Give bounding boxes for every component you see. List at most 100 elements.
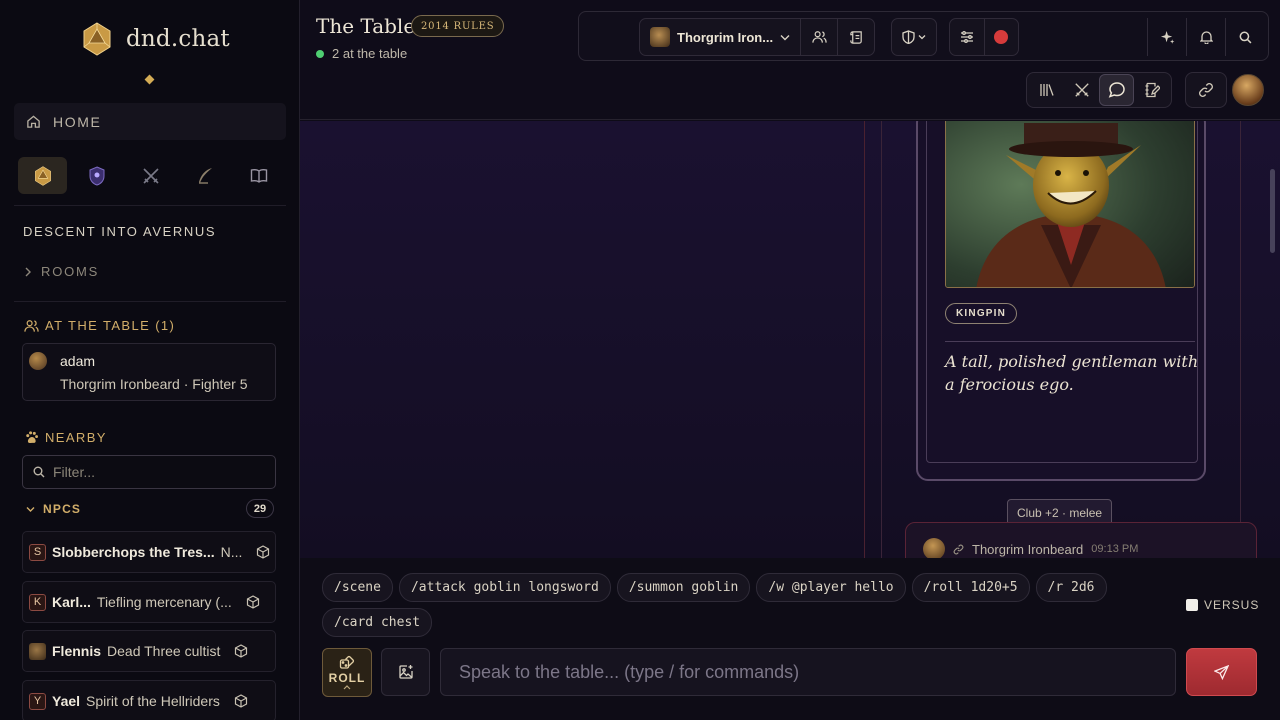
feed-rule xyxy=(864,121,865,558)
nearby-header: NEARBY xyxy=(24,430,107,445)
chat-tab[interactable] xyxy=(1099,74,1134,106)
sidebar-tabs xyxy=(18,157,283,194)
npc-name: Yael xyxy=(52,693,81,709)
npc-role-badge: KINGPIN xyxy=(945,303,1018,324)
character-select[interactable]: Thorgrim Iron... xyxy=(640,19,800,55)
image-upload-button[interactable] xyxy=(381,648,430,696)
npc-desc: N... xyxy=(220,544,243,560)
tab-compendium[interactable] xyxy=(234,157,283,194)
settings-button[interactable] xyxy=(950,19,984,55)
npcs-toggle[interactable]: NPCS 29 xyxy=(26,499,276,518)
combat-tab[interactable] xyxy=(1064,74,1099,106)
chat-message[interactable]: Thorgrim Ironbeard 09:13 PM xyxy=(905,522,1257,558)
cube-icon[interactable] xyxy=(234,694,248,708)
tab-dice[interactable] xyxy=(18,157,67,194)
paw-icon xyxy=(26,431,38,443)
toolbar: Thorgrim Iron... xyxy=(578,11,1269,61)
dice-icon xyxy=(339,655,355,669)
cube-icon[interactable] xyxy=(234,644,248,658)
character-select-label: Thorgrim Iron... xyxy=(677,29,774,45)
notes-tab[interactable] xyxy=(1134,74,1169,106)
party-button[interactable] xyxy=(801,19,837,55)
notebook-pen-icon xyxy=(1145,82,1160,98)
link-icon xyxy=(953,544,964,554)
tab-combat[interactable] xyxy=(126,157,175,194)
cube-icon[interactable] xyxy=(256,545,270,559)
npc-name: Slobberchops the Tres... xyxy=(52,544,215,560)
command-chip[interactable]: /scene xyxy=(322,573,393,602)
library-tab[interactable] xyxy=(1029,74,1064,106)
shield-crest-icon xyxy=(89,165,104,186)
npc-portrait-image xyxy=(945,121,1195,288)
npc-list-item[interactable]: K Karl... Tiefling mercenary (... xyxy=(22,581,276,623)
npc-initial: K xyxy=(29,593,46,611)
player-name: adam xyxy=(60,353,96,369)
search-button[interactable] xyxy=(1226,19,1264,55)
chevron-right-icon xyxy=(25,267,31,276)
versus-toggle[interactable]: VERSUS xyxy=(1186,598,1259,612)
nav-home[interactable]: HOME xyxy=(14,103,286,140)
link-icon xyxy=(1198,83,1213,97)
campaign-title: DESCENT INTO AVERNUS xyxy=(23,224,217,239)
shield-menu-button[interactable] xyxy=(892,19,936,55)
search-icon xyxy=(1239,31,1251,43)
npc-desc: Tiefling mercenary (... xyxy=(96,594,232,610)
quill-icon xyxy=(198,167,212,184)
rules-badge[interactable]: 2014 RULES xyxy=(411,15,505,37)
share-link-button[interactable] xyxy=(1188,74,1223,106)
versus-checkbox[interactable] xyxy=(1186,599,1198,611)
npc-filter[interactable] xyxy=(22,455,276,489)
player-character: Thorgrim Ironbeard · Fighter 5 xyxy=(60,376,248,392)
tab-notes[interactable] xyxy=(180,157,229,194)
command-suggestions: /scene /attack goblin longsword /summon … xyxy=(322,573,1142,637)
presence-label: 2 at the table xyxy=(332,46,408,61)
at-table-label: AT THE TABLE (1) xyxy=(45,318,176,333)
rooms-toggle[interactable]: ROOMS xyxy=(24,264,99,279)
chevron-up-icon xyxy=(343,685,351,690)
panel-tabs xyxy=(1026,72,1172,108)
sidebar: dnd.chat HOME DESCENT INTO AVERNUS ROOMS… xyxy=(0,0,300,720)
roll-button[interactable]: ROLL xyxy=(322,648,372,697)
message-time: 09:13 PM xyxy=(1091,543,1139,555)
npc-name: Flennis xyxy=(52,643,102,659)
brand[interactable]: dnd.chat xyxy=(82,22,230,56)
npc-card-inner: KINGPIN A tall, polished gentleman with … xyxy=(926,121,1198,463)
record-button[interactable] xyxy=(984,19,1018,55)
sidebar-divider xyxy=(14,205,286,206)
actions-group xyxy=(1147,18,1265,56)
chat-input-box[interactable] xyxy=(440,648,1176,696)
send-button[interactable] xyxy=(1186,648,1257,696)
scrollbar-thumb[interactable] xyxy=(1270,169,1275,253)
player-avatar xyxy=(29,352,47,370)
versus-label: VERSUS xyxy=(1204,598,1260,612)
npc-desc: Dead Three cultist xyxy=(107,643,221,659)
npc-card[interactable]: KINGPIN A tall, polished gentleman with … xyxy=(916,121,1206,481)
notifications-button[interactable] xyxy=(1187,19,1225,55)
npc-list-item[interactable]: Flennis Dead Three cultist xyxy=(22,630,276,672)
message-header: Thorgrim Ironbeard 09:13 PM xyxy=(923,538,1138,558)
command-chip[interactable]: /w @player hello xyxy=(756,573,906,602)
record-icon xyxy=(994,30,1009,44)
magic-button[interactable] xyxy=(1148,19,1186,55)
goblin-portrait-icon xyxy=(946,121,1194,287)
cube-icon[interactable] xyxy=(246,595,260,609)
scroll-button[interactable] xyxy=(838,19,874,55)
command-chip[interactable]: /card chest xyxy=(322,608,433,637)
message-avatar xyxy=(923,538,945,558)
command-chip[interactable]: /roll 1d20+5 xyxy=(911,573,1030,602)
npc-list-item[interactable]: Y Yael Spirit of the Hellriders xyxy=(22,680,276,720)
chevron-down-icon xyxy=(918,35,926,40)
command-chip[interactable]: /attack goblin longsword xyxy=(398,573,611,602)
card-divider xyxy=(945,341,1195,342)
npc-list-item[interactable]: S Slobberchops the Tres... N... xyxy=(22,531,276,573)
shield-icon xyxy=(902,30,915,44)
npc-filter-input[interactable] xyxy=(53,464,263,480)
command-chip[interactable]: /r 2d6 xyxy=(1035,573,1107,602)
library-icon xyxy=(1039,84,1054,96)
chat-input[interactable] xyxy=(459,661,1159,683)
command-chip[interactable]: /summon goblin xyxy=(616,573,751,602)
users-icon xyxy=(811,31,827,43)
player-card[interactable]: adam Thorgrim Ironbeard · Fighter 5 xyxy=(22,343,276,401)
user-avatar[interactable] xyxy=(1232,74,1264,106)
tab-crest[interactable] xyxy=(72,157,121,194)
